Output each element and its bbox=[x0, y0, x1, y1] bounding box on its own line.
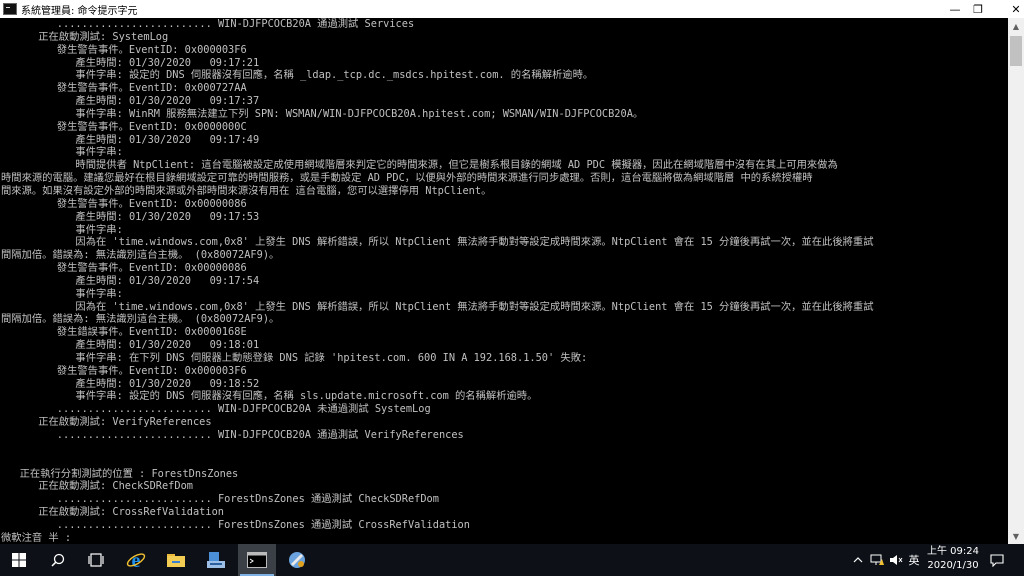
console-line: 發生警告事件。EventID: 0x000003F6 bbox=[1, 364, 247, 377]
console-line: 事件字串: 在下列 DNS 伺服器上動態登錄 DNS 記錄 'hpitest.c… bbox=[1, 351, 588, 364]
restore-icon: ❐ bbox=[973, 2, 983, 16]
console-line: 正在啟動測試: CheckSDRefDom bbox=[1, 480, 193, 493]
console-line: 間隔加倍。錯誤為: 無法識別這台主機。 (0x80072AF9)。 bbox=[1, 249, 280, 262]
console-line: 事件字串: WinRM 服務無法建立下列 SPN: WSMAN/WIN-DJFP… bbox=[1, 107, 644, 120]
console-line: 時間提供者 NtpClient: 這台電腦被設定成使用網域階層來判定它的時間來源… bbox=[1, 159, 838, 172]
console-line: 事件字串: bbox=[1, 146, 123, 159]
command-prompt-icon bbox=[247, 552, 267, 568]
search-button[interactable] bbox=[39, 544, 77, 576]
console-line: 發生警告事件。EventID: 0x00000086 bbox=[1, 262, 247, 275]
console-line: 正在執行分割測試的位置 : ForestDnsZones bbox=[1, 467, 239, 480]
window-title: 系統管理員: 命令提示字元 bbox=[21, 5, 138, 17]
console-line: 發生警告事件。EventID: 0x000727AA bbox=[1, 82, 247, 95]
ie-setup-icon bbox=[289, 552, 305, 568]
volume-muted-icon bbox=[890, 555, 903, 565]
console-line: 發生警告事件。EventID: 0x000003F6 bbox=[1, 43, 247, 56]
chevron-up-icon bbox=[853, 557, 863, 563]
console-line: ......................... WIN-DJFPCOCB20… bbox=[1, 403, 431, 416]
console-line: 事件字串: 設定的 DNS 伺服器沒有回應，名稱 _ldap._tcp.dc._… bbox=[1, 69, 594, 82]
console-line: 產生時間: 01/30/2020 09:17:21 bbox=[1, 56, 260, 69]
vertical-scrollbar[interactable]: ▲ ▼ bbox=[1008, 18, 1024, 544]
console-line: 事件字串: bbox=[1, 287, 123, 300]
server-manager-icon bbox=[207, 552, 225, 568]
command-prompt-icon bbox=[3, 3, 17, 15]
console-line: 微軟注音 半 : bbox=[1, 531, 72, 544]
tray-volume[interactable] bbox=[888, 544, 904, 576]
console-text: ......................... WIN-DJFPCOCB20… bbox=[0, 18, 1008, 544]
console-line: ......................... ForestDnsZones… bbox=[1, 518, 470, 531]
console-line: 因為在 'time.windows.com,0x8' 上發生 DNS 解析錯誤，… bbox=[1, 300, 874, 313]
console-output[interactable]: ......................... WIN-DJFPCOCB20… bbox=[0, 18, 1008, 544]
console-line: ......................... WIN-DJFPCOCB20… bbox=[1, 18, 415, 30]
console-line: 事件字串: bbox=[1, 223, 123, 236]
close-button[interactable]: ✕ bbox=[993, 0, 1024, 18]
console-line: 正在啟動測試: VerifyReferences bbox=[1, 416, 212, 429]
task-view-icon bbox=[88, 553, 104, 567]
console-line: 產生時間: 01/30/2020 09:17:49 bbox=[1, 133, 260, 146]
task-view-button[interactable] bbox=[77, 544, 115, 576]
tray-network[interactable] bbox=[869, 544, 885, 576]
console-line: 時間來源的電腦。建議您最好在根目錄網域設定可靠的時間服務，或是手動設定 AD P… bbox=[1, 172, 813, 185]
console-line: 間隔加倍。錯誤為: 無法識別這台主機。 (0x80072AF9)。 bbox=[1, 313, 280, 326]
network-warning-icon bbox=[870, 554, 884, 565]
console-line: 產生時間: 01/30/2020 09:18:52 bbox=[1, 377, 260, 390]
console-line: ......................... ForestDnsZones… bbox=[1, 493, 439, 506]
clock-date: 2020/1/30 bbox=[927, 560, 979, 571]
close-icon: ✕ bbox=[1011, 2, 1021, 16]
console-line: 產生時間: 01/30/2020 09:17:54 bbox=[1, 274, 260, 287]
taskbar: e 英 上午 09:24 2020/1/30 bbox=[0, 544, 1024, 576]
console-line: ......................... WIN-DJFPCOCB20… bbox=[1, 429, 464, 441]
window-titlebar[interactable]: 系統管理員: 命令提示字元 — ❐ ✕ bbox=[0, 0, 1024, 19]
console-line: 因為在 'time.windows.com,0x8' 上發生 DNS 解析錯誤，… bbox=[1, 236, 874, 249]
console-line: 發生警告事件。EventID: 0x0000000C bbox=[1, 120, 247, 133]
console-line: 發生警告事件。EventID: 0x00000086 bbox=[1, 197, 247, 210]
taskbar-command-prompt[interactable] bbox=[238, 544, 276, 576]
taskbar-server-manager[interactable] bbox=[197, 544, 235, 576]
console-line: 發生錯誤事件。EventID: 0x0000168E bbox=[1, 326, 247, 339]
file-explorer-icon bbox=[167, 554, 185, 567]
scrollbar-thumb[interactable] bbox=[1010, 36, 1022, 66]
console-line: 正在啟動測試: CrossRefValidation bbox=[1, 506, 224, 519]
internet-explorer-icon: e bbox=[126, 550, 146, 570]
taskbar-internet-explorer[interactable]: e bbox=[117, 544, 155, 576]
console-line: 產生時間: 01/30/2020 09:17:53 bbox=[1, 210, 260, 223]
clock[interactable]: 上午 09:24 2020/1/30 bbox=[922, 545, 984, 575]
console-line: 事件字串: 設定的 DNS 伺服器沒有回應，名稱 sls.update.micr… bbox=[1, 390, 538, 403]
taskbar-ie-setup[interactable] bbox=[278, 544, 316, 576]
show-hidden-icons-button[interactable] bbox=[850, 544, 866, 576]
start-button[interactable] bbox=[0, 544, 38, 576]
console-line: 產生時間: 01/30/2020 09:17:37 bbox=[1, 95, 260, 108]
scroll-up-arrow-icon[interactable]: ▲ bbox=[1008, 18, 1024, 34]
scroll-down-arrow-icon[interactable]: ▼ bbox=[1008, 528, 1024, 544]
ime-indicator[interactable]: 英 bbox=[906, 544, 922, 576]
windows-start-icon bbox=[12, 553, 26, 567]
notification-icon bbox=[990, 553, 1004, 567]
action-center-button[interactable] bbox=[988, 544, 1006, 576]
console-line: 產生時間: 01/30/2020 09:18:01 bbox=[1, 339, 260, 352]
clock-time: 上午 09:24 bbox=[927, 546, 979, 557]
svg-text:e: e bbox=[132, 550, 141, 570]
search-icon bbox=[51, 553, 65, 567]
console-line: 正在啟動測試: SystemLog bbox=[1, 30, 169, 43]
taskbar-file-explorer[interactable] bbox=[157, 544, 195, 576]
console-line: 間來源。如果沒有設定外部的時間來源或外部時間來源沒有用在 這台電腦，您可以選擇停… bbox=[1, 184, 492, 197]
